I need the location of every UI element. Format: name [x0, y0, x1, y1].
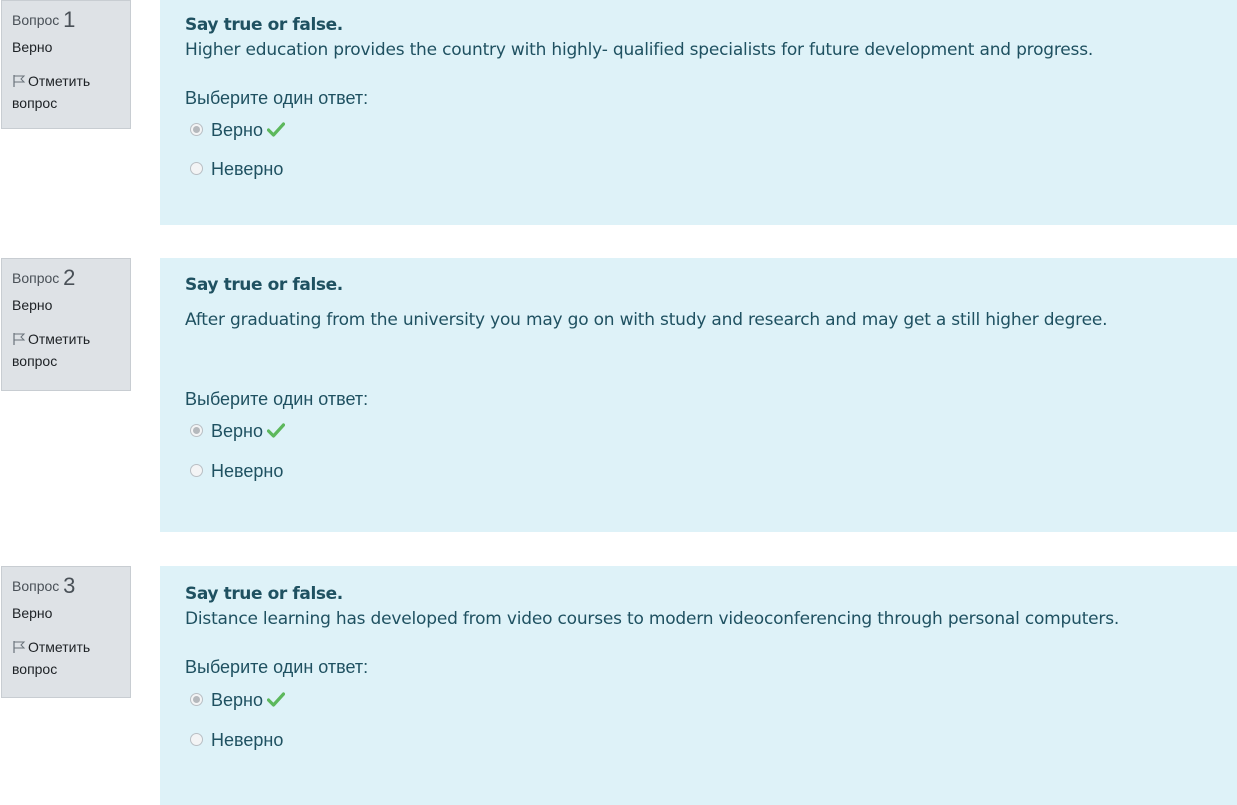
- question-content: Say true or false. Higher education prov…: [160, 0, 1237, 225]
- question-content: Say true or false. Distance learning has…: [160, 566, 1237, 805]
- question-title: Say true or false.: [185, 275, 343, 295]
- question-2: Вопрос 2 Верно Отметить вопрос Say true …: [0, 258, 1237, 532]
- question-text: After graduating from the university you…: [185, 310, 1108, 330]
- question-number: Вопрос 3: [12, 573, 120, 599]
- question-info: Вопрос 2 Верно Отметить вопрос: [1, 258, 131, 391]
- answer-radio[interactable]: [190, 733, 203, 746]
- flag-icon: [13, 641, 26, 653]
- question-number: Вопрос 1: [12, 7, 120, 33]
- answer-option-true[interactable]: Верно: [185, 689, 1147, 711]
- answer-label: Верно: [211, 690, 263, 710]
- answer-label-wrap: Верно: [211, 689, 285, 711]
- answer-label: Верно: [211, 120, 263, 140]
- question-1: Вопрос 1 Верно Отметить вопрос Say true …: [0, 0, 1237, 225]
- answer-label: Неверно: [211, 461, 284, 481]
- answer-label-wrap: Верно: [211, 119, 285, 141]
- answer-radio[interactable]: [190, 424, 203, 437]
- flag-icon: [13, 75, 26, 87]
- answer-option-true[interactable]: Верно: [185, 420, 1227, 442]
- flag-question-button[interactable]: Отметить вопрос: [12, 70, 120, 114]
- answer-prompt: Выберите один ответ:: [185, 88, 369, 108]
- answer-radio[interactable]: [190, 123, 203, 136]
- question-state: Верно: [12, 297, 53, 313]
- question-content: Say true or false. After graduating from…: [160, 258, 1237, 532]
- question-state: Верно: [12, 39, 53, 55]
- question-state: Верно: [12, 605, 53, 621]
- check-icon: [266, 423, 285, 438]
- answer-radio[interactable]: [190, 693, 203, 706]
- answer-radio[interactable]: [190, 162, 203, 175]
- question-word: Вопрос: [12, 12, 60, 28]
- question-word: Вопрос: [12, 270, 60, 286]
- question-title: Say true or false.: [185, 15, 343, 35]
- question-number-value: 1: [63, 7, 76, 32]
- answer-prompt: Выберите один ответ:: [185, 389, 369, 409]
- answer-option-false[interactable]: Неверно: [185, 460, 1227, 482]
- answer-radio[interactable]: [190, 464, 203, 477]
- question-text: Higher education provides the country wi…: [185, 40, 1094, 60]
- answer-label: Неверно: [211, 730, 284, 750]
- flag-icon: [13, 333, 26, 345]
- check-icon: [266, 692, 285, 707]
- question-info: Вопрос 1 Верно Отметить вопрос: [1, 0, 131, 129]
- question-text: Distance learning has developed from vid…: [185, 609, 1120, 629]
- answer-label: Верно: [211, 421, 263, 441]
- question-number: Вопрос 2: [12, 265, 120, 291]
- question-number-value: 2: [63, 265, 76, 290]
- flag-question-button[interactable]: Отметить вопрос: [12, 328, 120, 372]
- question-number-value: 3: [63, 573, 76, 598]
- flag-question-button[interactable]: Отметить вопрос: [12, 636, 120, 680]
- check-icon: [266, 122, 285, 137]
- question-info: Вопрос 3 Верно Отметить вопрос: [1, 566, 131, 698]
- answer-option-true[interactable]: Верно: [185, 119, 1227, 141]
- question-3: Вопрос 3 Верно Отметить вопрос Say true …: [0, 566, 1237, 805]
- question-title: Say true or false.: [185, 584, 343, 604]
- answer-option-false[interactable]: Неверно: [185, 158, 1227, 180]
- answer-option-false[interactable]: Неверно: [185, 729, 1147, 751]
- answer-label: Неверно: [211, 159, 284, 179]
- answer-prompt: Выберите один ответ:: [185, 657, 369, 677]
- answer-label-wrap: Верно: [211, 420, 285, 442]
- question-word: Вопрос: [12, 578, 60, 594]
